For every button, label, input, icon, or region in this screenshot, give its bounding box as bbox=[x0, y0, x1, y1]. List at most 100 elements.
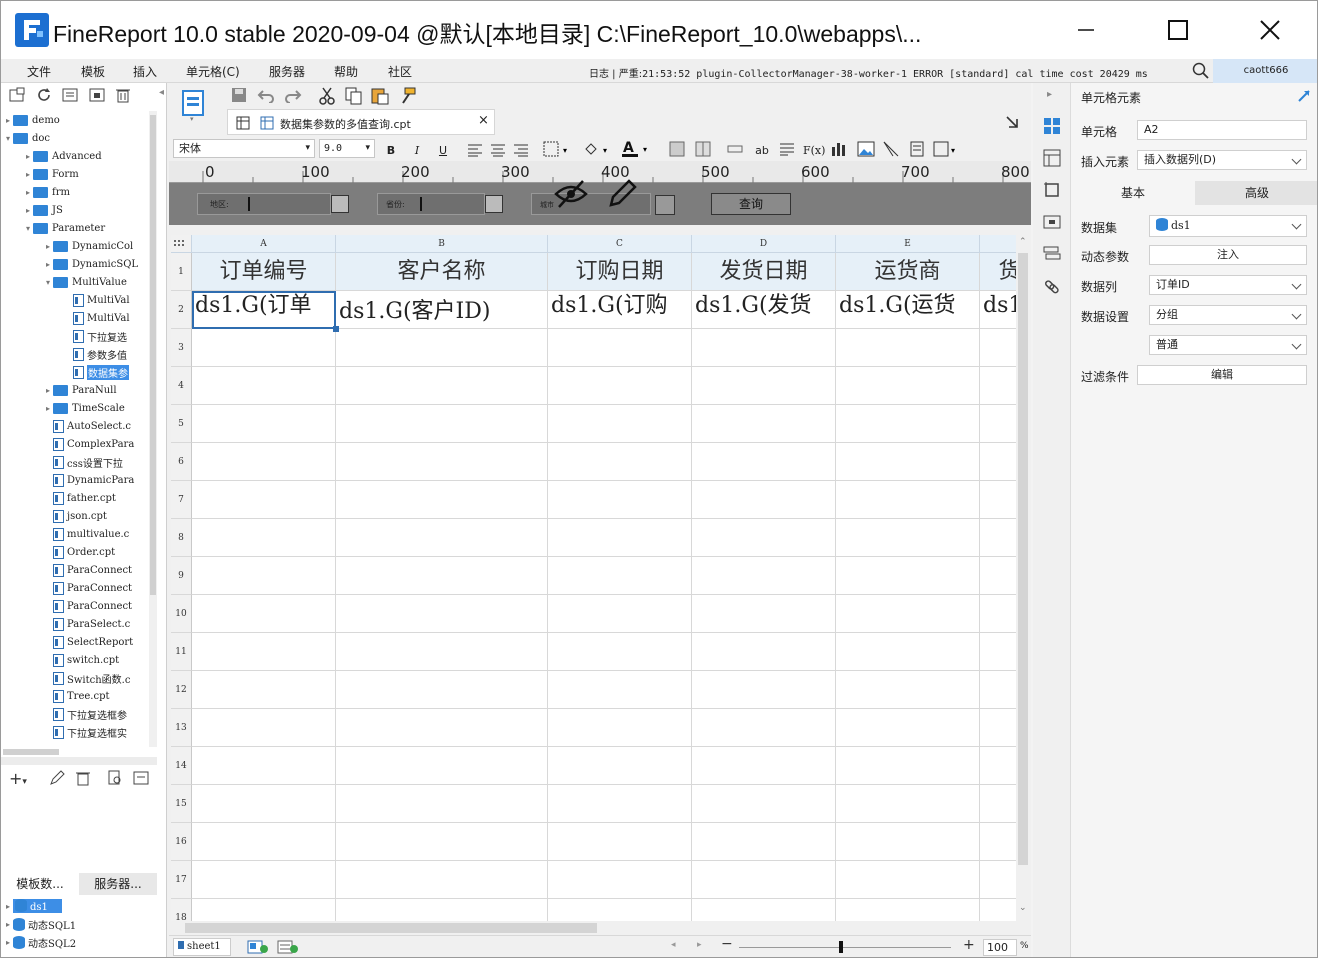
row-header[interactable]: 15 bbox=[171, 785, 192, 823]
grid-cell[interactable] bbox=[692, 443, 836, 481]
grid-cell[interactable] bbox=[548, 329, 692, 367]
tree-item[interactable]: ▾ MultiValue bbox=[1, 273, 127, 291]
merge-cells-icon[interactable] bbox=[669, 141, 685, 157]
param-province-dropdown[interactable] bbox=[485, 195, 503, 213]
editor-tab[interactable]: 数据集参数的多值查询.cpt × bbox=[227, 109, 495, 135]
grid-cell[interactable] bbox=[192, 443, 336, 481]
tree-hscrollbar[interactable] bbox=[3, 749, 59, 755]
grid-cell[interactable] bbox=[336, 481, 548, 519]
grid-cell[interactable] bbox=[192, 519, 336, 557]
grid-cell[interactable] bbox=[692, 595, 836, 633]
grid-cell[interactable] bbox=[692, 481, 836, 519]
grid-cell[interactable] bbox=[548, 557, 692, 595]
group-mode-select[interactable]: 普通 bbox=[1149, 335, 1307, 355]
tree-toggle-icon[interactable]: ▸ bbox=[43, 242, 53, 251]
grid-cell[interactable] bbox=[192, 329, 336, 367]
grid-cell[interactable]: 订单编号 bbox=[192, 253, 336, 291]
preview-dataset-icon[interactable] bbox=[107, 770, 123, 786]
grid-cell[interactable] bbox=[192, 709, 336, 747]
paste-icon[interactable] bbox=[371, 87, 389, 105]
tab-template-dataset[interactable]: 模板数... bbox=[1, 873, 79, 895]
grid-cell[interactable]: 客户名称 bbox=[336, 253, 548, 291]
tree-scrollbar[interactable] bbox=[149, 111, 157, 747]
grid-cell[interactable] bbox=[192, 861, 336, 899]
query-button[interactable]: 查询 bbox=[711, 193, 791, 215]
grid-cell[interactable] bbox=[336, 671, 548, 709]
row-header[interactable]: 7 bbox=[171, 481, 192, 519]
grid-cell[interactable] bbox=[692, 785, 836, 823]
grid-cell[interactable] bbox=[692, 367, 836, 405]
tree-item[interactable]: Tree.cpt bbox=[1, 687, 110, 705]
sheet-tab[interactable]: sheet1 bbox=[173, 938, 231, 956]
grid-cell[interactable] bbox=[336, 899, 548, 921]
new-folder-icon[interactable] bbox=[9, 87, 25, 103]
grid-cell[interactable] bbox=[836, 595, 980, 633]
zoom-out-button[interactable]: − bbox=[721, 936, 733, 952]
align-right-icon[interactable] bbox=[513, 143, 529, 157]
dataset-select[interactable]: ds1 bbox=[1149, 215, 1307, 237]
grid-cell[interactable] bbox=[192, 785, 336, 823]
grid-cell[interactable] bbox=[692, 633, 836, 671]
grid-cell[interactable] bbox=[980, 861, 1016, 899]
tree-item[interactable]: ▸ demo bbox=[1, 111, 60, 129]
grid-cell[interactable] bbox=[548, 519, 692, 557]
tree-toggle-icon[interactable]: ▸ bbox=[23, 170, 33, 179]
user-account[interactable]: caott666 bbox=[1213, 59, 1317, 83]
inject-button[interactable]: 注入 bbox=[1149, 245, 1307, 265]
tab-basic[interactable]: 基本 bbox=[1071, 181, 1195, 205]
tree-item[interactable]: ▸ DynamicSQL bbox=[1, 255, 138, 273]
grid-cell[interactable] bbox=[980, 557, 1016, 595]
tree-item[interactable]: DynamicPara bbox=[1, 471, 134, 489]
grid-cell[interactable]: ds1.G(客户ID) bbox=[336, 291, 548, 329]
grid-cell[interactable] bbox=[980, 747, 1016, 785]
column-header[interactable] bbox=[980, 235, 1016, 253]
tree-item[interactable]: ParaSelect.c bbox=[1, 615, 130, 633]
grid-cell[interactable] bbox=[336, 405, 548, 443]
tree-item[interactable]: ComplexPara bbox=[1, 435, 134, 453]
tree-item[interactable]: ▸ TimeScale bbox=[1, 399, 125, 417]
grid-cell[interactable] bbox=[836, 747, 980, 785]
grid-cell[interactable] bbox=[192, 367, 336, 405]
zoom-level-input[interactable]: 100 bbox=[983, 939, 1017, 956]
data-setting-select[interactable]: 分组 bbox=[1149, 305, 1307, 325]
tree-toggle-icon[interactable]: ▸ bbox=[23, 206, 33, 215]
widget-settings-icon[interactable] bbox=[1043, 213, 1061, 231]
grid-cell[interactable] bbox=[980, 481, 1016, 519]
column-header[interactable]: B bbox=[336, 235, 548, 253]
template-design-icon[interactable]: ▾ bbox=[181, 89, 207, 121]
grid-cell[interactable] bbox=[548, 709, 692, 747]
data-column-select[interactable]: 订单ID bbox=[1149, 275, 1307, 295]
grid-cell[interactable] bbox=[192, 595, 336, 633]
grid-cell[interactable] bbox=[336, 519, 548, 557]
menu-file[interactable]: 文件 bbox=[27, 63, 51, 80]
tree-item[interactable]: Order.cpt bbox=[1, 543, 115, 561]
row-header[interactable]: 16 bbox=[171, 823, 192, 861]
tree-toggle-icon[interactable]: ▸ bbox=[43, 260, 53, 269]
grid-cell[interactable] bbox=[192, 823, 336, 861]
redo-icon[interactable] bbox=[284, 87, 302, 103]
grid-cell[interactable] bbox=[980, 405, 1016, 443]
horizontal-scroll-thumb[interactable] bbox=[185, 923, 597, 933]
row-header[interactable]: 4 bbox=[171, 367, 192, 405]
image-icon[interactable] bbox=[857, 141, 875, 157]
bold-icon[interactable]: B bbox=[383, 144, 399, 158]
tree-item[interactable]: json.cpt bbox=[1, 507, 107, 525]
grid-cell[interactable]: ds1.G(发货 bbox=[692, 291, 836, 329]
grid-cell[interactable] bbox=[692, 899, 836, 921]
font-family-select[interactable]: 宋体 ▾ bbox=[173, 139, 315, 158]
grid-cell[interactable] bbox=[692, 747, 836, 785]
tree-item[interactable]: ▸ ParaNull bbox=[1, 381, 117, 399]
font-color-icon[interactable]: A ▾ bbox=[621, 139, 651, 159]
add-dataset-button[interactable]: +▾ bbox=[9, 769, 27, 788]
border-icon[interactable]: ▾ bbox=[543, 141, 573, 157]
row-header[interactable]: 10 bbox=[171, 595, 192, 633]
tree-toggle-icon[interactable]: ▾ bbox=[43, 278, 53, 287]
format-painter-icon[interactable] bbox=[399, 87, 417, 105]
grid-cell[interactable] bbox=[836, 671, 980, 709]
grid-cell[interactable] bbox=[336, 823, 548, 861]
spreadsheet-grid[interactable]: ABCDE1订单编号客户名称订购日期发货日期运货商货2ds1.G(订单ds1.G… bbox=[171, 235, 1016, 921]
copy-icon[interactable] bbox=[345, 87, 363, 105]
grid-cell[interactable] bbox=[336, 443, 548, 481]
grid-cell[interactable] bbox=[548, 405, 692, 443]
tree-toggle-icon[interactable]: ▸ bbox=[3, 920, 13, 929]
